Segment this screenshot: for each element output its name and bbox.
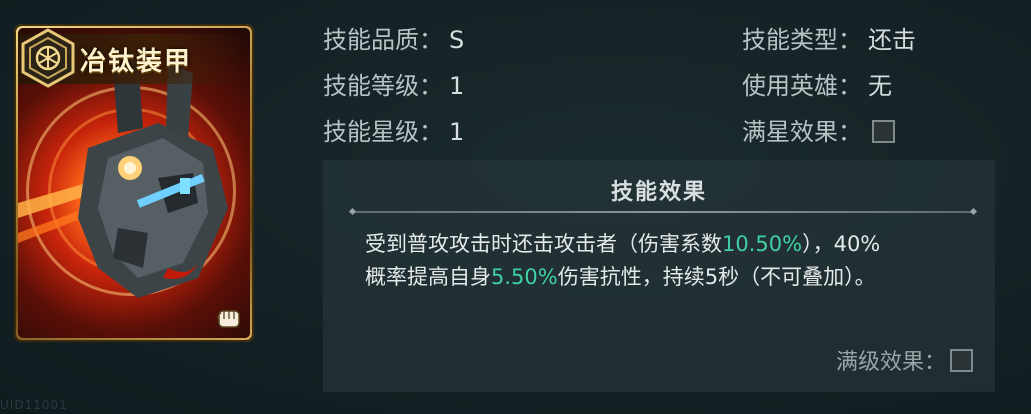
skill-card[interactable]: 冶钛装甲	[14, 24, 254, 342]
max-level-label: 满级效果：	[835, 350, 946, 375]
hexagon-badge-icon	[21, 28, 75, 88]
fist-icon	[217, 310, 240, 328]
effect-line1-b: ），40%	[802, 232, 881, 256]
effect-line2-highlight: 5.50%	[491, 265, 558, 289]
info-star: 技能星级： 1	[323, 112, 464, 147]
quality-value: S	[449, 26, 465, 54]
effect-description: 受到普攻攻击时还击攻击者（伤害系数10.50%），40% 概率提高自身5.50%…	[365, 228, 975, 294]
star-label: 技能星级：	[323, 118, 443, 146]
type-value: 还击	[868, 26, 916, 54]
max-level-checkbox[interactable]	[950, 349, 973, 372]
effect-divider	[353, 211, 973, 213]
skill-card-art: 冶钛装甲	[18, 28, 250, 338]
full-star-label: 满星效果：	[742, 118, 862, 146]
footer-id: UID11001	[0, 398, 68, 412]
hero-value: 无	[868, 72, 892, 100]
card-title: 冶钛装甲	[80, 47, 193, 77]
effect-line1-a: 受到普攻攻击时还击攻击者（伤害系数	[365, 232, 722, 256]
info-hero: 使用英雄：无	[742, 66, 892, 101]
info-level: 技能等级： 1	[323, 66, 464, 101]
star-value: 1	[449, 118, 465, 146]
level-label: 技能等级：	[323, 72, 443, 100]
info-type: 技能类型： 还击	[742, 20, 916, 55]
info-full-star: 满星效果：	[742, 112, 895, 147]
effect-line2-a: 概率提高自身	[365, 265, 491, 289]
hero-label: 使用英雄：	[742, 72, 862, 100]
effect-line1-highlight: 10.50%	[722, 232, 803, 256]
info-quality: 技能品质： S	[323, 20, 464, 55]
max-level-effect: 满级效果：	[836, 344, 973, 376]
quality-label: 技能品质：	[323, 26, 443, 54]
full-star-checkbox[interactable]	[872, 120, 895, 143]
effect-title: 技能效果	[610, 180, 707, 205]
level-value: 1	[449, 72, 465, 100]
effect-line2-b: 伤害抗性，持续5秒（不可叠加）。	[557, 265, 876, 289]
skill-effect-panel: 技能效果 受到普攻攻击时还击攻击者（伤害系数10.50%），40% 概率提高自身…	[323, 160, 995, 392]
type-label: 技能类型：	[742, 26, 862, 54]
